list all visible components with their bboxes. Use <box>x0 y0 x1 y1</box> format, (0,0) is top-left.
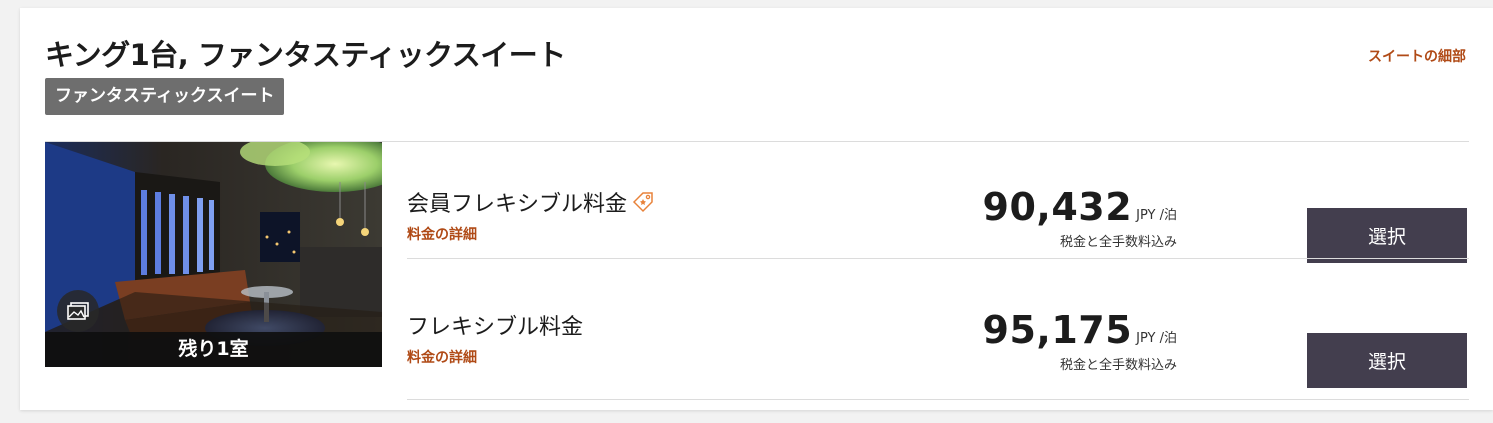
price-value: 95,175 <box>982 308 1133 352</box>
rooms-remaining-label: 残り1室 <box>45 332 382 367</box>
rate-name-text: 会員フレキシブル料金 <box>407 192 628 217</box>
photo-gallery-icon[interactable] <box>57 290 99 332</box>
price-value: 90,432 <box>982 185 1133 229</box>
price-note: 税金と全手数料込み <box>1059 358 1177 373</box>
select-button[interactable]: 選択 <box>1307 208 1467 263</box>
rate-name: フレキシブル料金 <box>407 309 583 341</box>
rate-name: 会員フレキシブル料金 <box>407 186 655 218</box>
divider <box>407 399 1469 400</box>
select-button[interactable]: 選択 <box>1307 333 1467 388</box>
room-title: キング1台, ファンタスティックスイート <box>45 38 566 72</box>
price-unit: JPY /泊 <box>1136 208 1177 223</box>
price-block: 90,432 JPY /泊 税金と全手数料込み <box>983 186 1177 250</box>
member-tag-icon <box>631 190 655 214</box>
rate-details-link[interactable]: 料金の詳細 <box>407 347 477 367</box>
suite-details-link[interactable]: スイートの細部 <box>1368 46 1466 66</box>
price-note: 税金と全手数料込み <box>1059 235 1177 250</box>
rate-details-link[interactable]: 料金の詳細 <box>407 224 477 244</box>
rate-row-flexible: フレキシブル料金 料金の詳細 95,175 JPY /泊 税金と全手数料込み 選… <box>407 283 1469 400</box>
room-photo[interactable]: 残り1室 <box>45 142 382 367</box>
room-card: キング1台, ファンタスティックスイート ファンタスティックスイート スイートの… <box>20 8 1493 410</box>
price-unit: JPY /泊 <box>1136 331 1177 346</box>
divider <box>407 258 1469 259</box>
room-type-badge: ファンタスティックスイート <box>45 78 285 115</box>
rate-name-text: フレキシブル料金 <box>407 315 584 340</box>
rate-row-member-flexible: 会員フレキシブル料金 料金の詳細 90,432 JPY /泊 税金と全手数料込み… <box>407 142 1469 263</box>
price-block: 95,175 JPY /泊 税金と全手数料込み <box>983 309 1177 373</box>
